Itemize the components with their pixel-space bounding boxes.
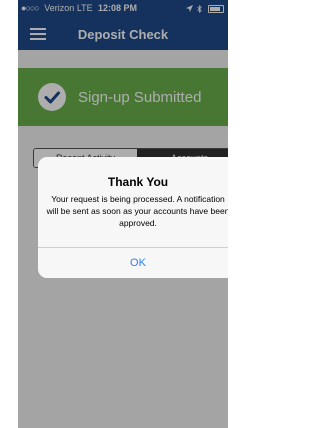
alert-dialog: Thank You Your request is being processe… xyxy=(38,157,228,278)
phone-screen: ●○○○ Verizon LTE 12:08 PM Deposit Check … xyxy=(18,0,228,428)
alert-message: Your request is being processed. A notif… xyxy=(46,194,228,228)
ok-button[interactable]: OK xyxy=(38,248,228,278)
alert-title: Thank You xyxy=(107,175,169,189)
